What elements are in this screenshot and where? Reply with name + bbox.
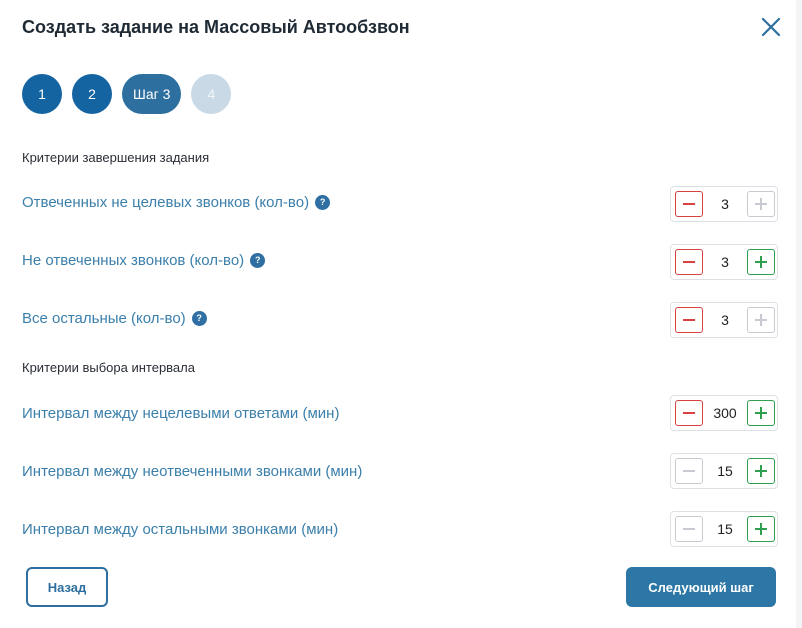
row-label-text: Все остальные (кол-во) bbox=[22, 309, 186, 327]
help-icon[interactable]: ? bbox=[315, 194, 331, 210]
stepper-value[interactable]: 3 bbox=[703, 303, 747, 337]
plus-button[interactable] bbox=[747, 191, 775, 217]
stepper-progress: 1 2 Шаг 3 4 bbox=[22, 74, 232, 114]
minus-icon bbox=[683, 319, 695, 321]
plus-icon bbox=[755, 465, 767, 477]
plus-icon bbox=[755, 314, 767, 326]
row-label-answered-non-target: Отвеченных не целевых звонков (кол-во) ? bbox=[22, 192, 331, 212]
plus-button[interactable] bbox=[747, 458, 775, 484]
stepper-value[interactable]: 15 bbox=[703, 512, 747, 546]
plus-icon bbox=[755, 523, 767, 535]
row-label-text: Отвеченных не целевых звонков (кол-во) bbox=[22, 193, 310, 211]
step-4: 4 bbox=[191, 74, 232, 114]
plus-icon bbox=[755, 198, 767, 210]
row-label-interval-non-target: Интервал между нецелевыми ответами (мин) bbox=[22, 403, 339, 423]
row-label-others: Все остальные (кол-во) ? bbox=[22, 308, 207, 328]
plus-icon bbox=[755, 256, 767, 268]
minus-icon bbox=[683, 261, 695, 263]
stepper-value[interactable]: 300 bbox=[703, 396, 747, 430]
minus-button[interactable] bbox=[675, 516, 703, 542]
section-completion-criteria: Критерии завершения задания bbox=[22, 150, 210, 165]
quantity-stepper-unanswered: 3 bbox=[670, 244, 778, 280]
row-label-unanswered: Не отвеченных звонков (кол-во) ? bbox=[22, 250, 266, 270]
step-1[interactable]: 1 bbox=[22, 74, 62, 114]
minus-icon bbox=[683, 203, 695, 205]
close-icon[interactable] bbox=[760, 16, 782, 38]
minus-icon bbox=[683, 528, 695, 530]
next-step-button[interactable]: Следующий шаг bbox=[626, 567, 776, 607]
quantity-stepper-interval-others: 15 bbox=[670, 511, 778, 547]
minus-button[interactable] bbox=[675, 191, 703, 217]
page-background-edge bbox=[796, 0, 802, 628]
dialog-title: Создать задание на Массовый Автообзвон bbox=[22, 17, 410, 37]
plus-button[interactable] bbox=[747, 307, 775, 333]
step-3-current[interactable]: Шаг 3 bbox=[122, 74, 182, 114]
plus-button[interactable] bbox=[747, 249, 775, 275]
quantity-stepper-interval-unanswered: 15 bbox=[670, 453, 778, 489]
minus-button[interactable] bbox=[675, 307, 703, 333]
stepper-value[interactable]: 15 bbox=[703, 454, 747, 488]
row-label-interval-others: Интервал между остальными звонками (мин) bbox=[22, 519, 338, 539]
quantity-stepper-others: 3 bbox=[670, 302, 778, 338]
row-label-text: Не отвеченных звонков (кол-во) bbox=[22, 251, 245, 269]
stepper-value[interactable]: 3 bbox=[703, 187, 747, 221]
row-label-interval-unanswered: Интервал между неотвеченными звонками (м… bbox=[22, 461, 362, 481]
minus-icon bbox=[683, 470, 695, 472]
quantity-stepper-interval-non-target: 300 bbox=[670, 395, 778, 431]
back-button[interactable]: Назад bbox=[26, 567, 108, 607]
row-label-text: Интервал между неотвеченными звонками (м… bbox=[22, 462, 363, 480]
create-task-dialog: Создать задание на Массовый Автообзвон 1… bbox=[0, 0, 802, 628]
minus-button[interactable] bbox=[675, 249, 703, 275]
plus-button[interactable] bbox=[747, 400, 775, 426]
row-label-text: Интервал между нецелевыми ответами (мин) bbox=[22, 404, 340, 422]
plus-icon bbox=[755, 407, 767, 419]
quantity-stepper-answered-non-target: 3 bbox=[670, 186, 778, 222]
stepper-value[interactable]: 3 bbox=[703, 245, 747, 279]
help-icon[interactable]: ? bbox=[250, 252, 266, 268]
minus-button[interactable] bbox=[675, 400, 703, 426]
minus-icon bbox=[683, 412, 695, 414]
row-label-text: Интервал между остальными звонками (мин) bbox=[22, 520, 339, 538]
minus-button[interactable] bbox=[675, 458, 703, 484]
plus-button[interactable] bbox=[747, 516, 775, 542]
section-interval-criteria: Критерии выбора интервала bbox=[22, 360, 195, 375]
help-icon[interactable]: ? bbox=[191, 310, 207, 326]
step-2[interactable]: 2 bbox=[72, 74, 112, 114]
